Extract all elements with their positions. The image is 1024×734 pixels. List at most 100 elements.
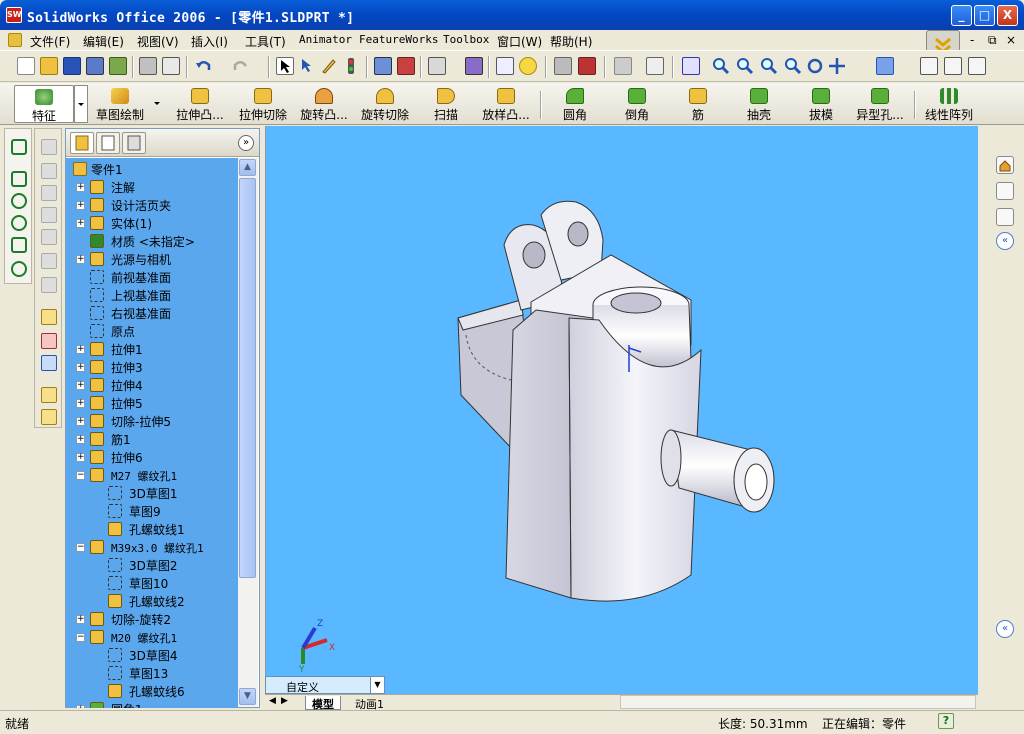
view-left-icon[interactable] <box>41 185 57 201</box>
boss-tool-icon[interactable] <box>11 171 27 187</box>
menu-animator[interactable]: Animator <box>299 33 352 46</box>
tree-item[interactable]: 前视基准面 <box>66 268 238 286</box>
tree-item[interactable]: 材质 <未指定> <box>66 232 238 250</box>
status-help-icon[interactable]: ? <box>938 713 954 729</box>
menu-featureworks[interactable]: FeatureWorks <box>359 33 438 46</box>
cmd-fillet[interactable]: 圆角 <box>560 85 590 123</box>
child-restore-button[interactable]: ⧉ <box>988 33 997 48</box>
sketch-group-button[interactable]: 草图绘制 <box>90 85 150 123</box>
cmd-extruded-boss[interactable]: 拉伸凸... <box>172 85 228 123</box>
expand-chevron-icon[interactable]: « <box>996 620 1014 638</box>
undo-icon[interactable] <box>194 57 212 75</box>
hidden-lines-icon[interactable] <box>944 57 962 75</box>
features-dropdown-button[interactable] <box>74 85 88 123</box>
tree-item[interactable]: 草图10 <box>66 574 238 592</box>
cmd-revolved-boss[interactable]: 旋转凸... <box>296 85 352 123</box>
feature-tree-scrollbar[interactable]: ▲ ▼ <box>238 158 258 707</box>
graphics-area[interactable]: Y X Z <box>265 126 978 694</box>
rebuild-icon[interactable] <box>397 57 415 75</box>
file-explorer-icon[interactable] <box>996 208 1014 226</box>
app-menu-icon[interactable] <box>8 33 22 47</box>
maximize-button[interactable]: □ <box>974 5 995 26</box>
wireframe-icon[interactable] <box>920 57 938 75</box>
tree-item[interactable]: − M39x3.0 螺纹孔1 <box>66 538 238 556</box>
features-group-button[interactable]: 特征 <box>14 85 74 123</box>
window-cascade-icon[interactable] <box>578 57 596 75</box>
expand-plus-icon[interactable]: + <box>76 381 85 390</box>
cmd-hole-wizard[interactable]: 异型孔... <box>852 85 908 123</box>
expand-plus-icon[interactable]: + <box>76 363 85 372</box>
tree-item[interactable]: + 圆角1 <box>66 700 238 708</box>
traffic-light-icon[interactable] <box>342 57 360 75</box>
options-icon[interactable] <box>428 57 446 75</box>
expand-plus-icon[interactable]: + <box>76 435 85 444</box>
tree-item[interactable]: 草图13 <box>66 664 238 682</box>
tree-item[interactable]: − M20 螺纹孔1 <box>66 628 238 646</box>
collapse-minus-icon[interactable]: − <box>76 471 85 480</box>
tree-item[interactable]: 原点 <box>66 322 238 340</box>
tab-scroll-left[interactable]: ◀ <box>269 696 276 710</box>
view-bottom-icon[interactable] <box>41 253 57 269</box>
rotate-part-icon[interactable] <box>465 57 483 75</box>
tree-item[interactable]: 右视基准面 <box>66 304 238 322</box>
expand-plus-icon[interactable]: + <box>76 615 85 624</box>
print-preview-icon[interactable] <box>162 57 180 75</box>
tree-item[interactable]: 上视基准面 <box>66 286 238 304</box>
home-icon[interactable] <box>996 156 1014 174</box>
solidworks-app-icon[interactable]: SW <box>6 7 22 23</box>
tree-item[interactable]: 草图9 <box>66 502 238 520</box>
tree-item[interactable]: + 拉伸3 <box>66 358 238 376</box>
scroll-thumb[interactable] <box>239 178 256 578</box>
shaded-icon[interactable] <box>968 57 986 75</box>
child-close-button[interactable]: × <box>1006 33 1016 47</box>
tree-item[interactable]: + 拉伸6 <box>66 448 238 466</box>
tree-item[interactable]: + 拉伸1 <box>66 340 238 358</box>
add-relation-icon[interactable] <box>41 355 57 371</box>
menu-edit[interactable]: 编辑(E) <box>83 33 124 50</box>
sketch-edit-icon[interactable] <box>41 309 57 325</box>
spring-tool-icon[interactable] <box>11 261 27 277</box>
expand-plus-icon[interactable]: + <box>76 255 85 264</box>
zoom-in-out-icon[interactable] <box>760 57 778 75</box>
print-icon[interactable] <box>139 57 157 75</box>
scroll-up-button[interactable]: ▲ <box>239 159 256 176</box>
menu-view[interactable]: 视图(V) <box>137 33 179 50</box>
expand-plus-icon[interactable]: + <box>76 453 85 462</box>
cmd-chamfer[interactable]: 倒角 <box>622 85 652 123</box>
menu-toolbox[interactable]: Toolbox <box>443 33 489 46</box>
extrude-tool-icon[interactable] <box>11 139 27 155</box>
tree-item[interactable]: + 实体(1) <box>66 214 238 232</box>
make-assembly-icon[interactable] <box>109 57 127 75</box>
properties-icon[interactable] <box>496 57 514 75</box>
view-back-icon[interactable] <box>41 163 57 179</box>
tree-item[interactable]: + 切除-拉伸5 <box>66 412 238 430</box>
horizontal-scrollbar[interactable] <box>620 695 976 709</box>
close-button[interactable]: X <box>997 5 1018 26</box>
checklist-icon[interactable] <box>646 57 664 75</box>
expand-plus-icon[interactable]: + <box>76 417 85 426</box>
rotate-view-icon[interactable] <box>806 57 824 75</box>
save-icon[interactable] <box>63 57 81 75</box>
grid-icon[interactable] <box>374 57 392 75</box>
collapse-chevron-icon[interactable]: « <box>996 232 1014 250</box>
tree-item[interactable]: 孔螺蚊线6 <box>66 682 238 700</box>
cmd-shell[interactable]: 抽壳 <box>744 85 774 123</box>
select-arrow-icon[interactable] <box>276 57 294 75</box>
zoom-area-icon[interactable] <box>736 57 754 75</box>
mirror-part-icon[interactable] <box>41 409 57 425</box>
tab-feature-tree[interactable] <box>70 132 94 154</box>
expand-plus-icon[interactable]: + <box>76 705 85 708</box>
tree-item[interactable]: + 拉伸4 <box>66 376 238 394</box>
expand-plus-icon[interactable]: + <box>76 183 85 192</box>
help-question-icon[interactable] <box>519 57 537 75</box>
helix-tool-icon[interactable] <box>11 215 27 231</box>
tree-item[interactable]: 3D草图4 <box>66 646 238 664</box>
tree-item[interactable]: + 拉伸5 <box>66 394 238 412</box>
tree-root[interactable]: 零件1 <box>66 160 238 178</box>
view-right-icon[interactable] <box>41 207 57 223</box>
cmd-draft[interactable]: 拔模 <box>806 85 836 123</box>
tab-animation[interactable]: 动画1 <box>349 696 390 711</box>
redo-icon[interactable] <box>232 57 250 75</box>
tree-item[interactable]: + 光源与相机 <box>66 250 238 268</box>
tree-item[interactable]: + 切除-旋转2 <box>66 610 238 628</box>
